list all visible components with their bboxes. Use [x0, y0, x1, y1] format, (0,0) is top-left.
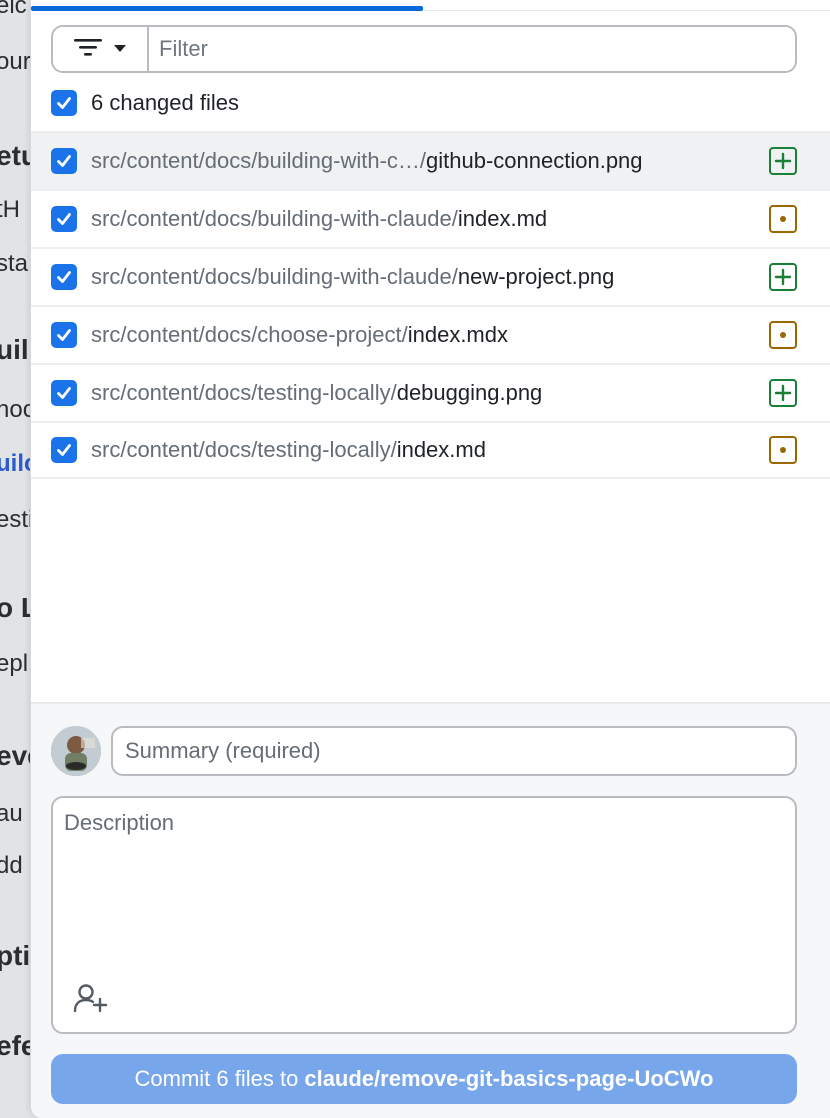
file-path: src/content/docs/building-with-claude/ne… — [91, 264, 769, 290]
caret-down-icon — [113, 40, 127, 58]
checkmark-icon — [57, 97, 71, 109]
file-row[interactable]: src/content/docs/building-with-c…/github… — [31, 131, 830, 189]
summary-input[interactable] — [111, 726, 797, 776]
filter-options-button[interactable] — [53, 27, 149, 71]
file-name: debugging.png — [396, 380, 543, 405]
checkmark-icon — [57, 271, 71, 283]
background-text-fragment: elc — [0, 0, 27, 19]
file-directory: src/content/docs/choose-project/ — [91, 322, 408, 347]
file-checkbox[interactable] — [51, 322, 77, 348]
changes-panel: 6 changed files src/content/docs/buildin… — [30, 0, 830, 1118]
checkmark-icon — [57, 329, 71, 341]
file-row[interactable]: src/content/docs/building-with-claude/ne… — [31, 247, 830, 305]
avatar — [51, 726, 101, 776]
file-path: src/content/docs/testing-locally/index.m… — [91, 437, 769, 463]
filter-lines-icon — [73, 36, 103, 63]
file-directory: src/content/docs/building-with-c…/ — [91, 148, 427, 173]
file-directory: src/content/docs/building-with-claude/ — [91, 264, 458, 289]
file-checkbox[interactable] — [51, 437, 77, 463]
tab-active-indicator — [31, 6, 423, 11]
file-checkbox[interactable] — [51, 148, 77, 174]
changed-file-list: src/content/docs/building-with-c…/github… — [31, 131, 830, 479]
file-added-icon — [769, 147, 797, 175]
filter-bar — [51, 25, 797, 73]
file-row[interactable]: src/content/docs/building-with-claude/in… — [31, 189, 830, 247]
background-text-fragment: au — [0, 800, 23, 827]
select-all-checkbox[interactable] — [51, 90, 77, 116]
checkmark-icon — [57, 155, 71, 167]
background-text-fragment: esti — [0, 506, 34, 533]
tab-strip — [31, 0, 830, 12]
file-name: index.md — [457, 206, 548, 231]
file-path: src/content/docs/testing-locally/debuggi… — [91, 380, 769, 406]
file-name: index.mdx — [407, 322, 508, 347]
commit-button-prefix: Commit 6 files to — [134, 1066, 299, 1091]
commit-button[interactable]: Commit 6 files to claude/remove-git-basi… — [51, 1054, 797, 1104]
checkmark-icon — [57, 444, 71, 456]
background-text-fragment: dd — [0, 852, 23, 879]
filter-input[interactable] — [149, 27, 795, 71]
file-name: new-project.png — [457, 264, 615, 289]
file-path: src/content/docs/building-with-c…/github… — [91, 148, 769, 174]
file-modified-icon — [769, 321, 797, 349]
background-text-fragment: tH — [0, 196, 20, 223]
changes-header: 6 changed files — [51, 88, 239, 118]
file-checkbox[interactable] — [51, 380, 77, 406]
changed-files-count: 6 changed files — [91, 90, 239, 115]
description-box — [51, 796, 797, 1034]
file-directory: src/content/docs/building-with-claude/ — [91, 206, 458, 231]
background-text-fragment: uil — [0, 334, 29, 365]
tab-divider — [423, 10, 830, 11]
file-path: src/content/docs/building-with-claude/in… — [91, 206, 769, 232]
background-text-fragment: sta — [0, 250, 29, 277]
file-row[interactable]: src/content/docs/testing-locally/debuggi… — [31, 363, 830, 421]
checkmark-icon — [57, 213, 71, 225]
checkmark-icon — [57, 387, 71, 399]
file-name: github-connection.png — [426, 148, 643, 173]
file-name: index.md — [396, 437, 486, 462]
file-directory: src/content/docs/testing-locally/ — [91, 437, 397, 462]
background-text-fragment: pti — [0, 940, 31, 971]
file-directory: src/content/docs/testing-locally/ — [91, 380, 397, 405]
file-row[interactable]: src/content/docs/testing-locally/index.m… — [31, 421, 830, 479]
file-added-icon — [769, 379, 797, 407]
description-input[interactable] — [53, 798, 795, 968]
file-row[interactable]: src/content/docs/choose-project/index.md… — [31, 305, 830, 363]
file-modified-icon — [769, 436, 797, 464]
file-added-icon — [769, 263, 797, 291]
background-text-fragment: epl — [0, 650, 29, 677]
commit-branch-name: claude/remove-git-basics-page-UoCWo — [304, 1066, 714, 1091]
add-coauthor-button[interactable] — [71, 980, 111, 1016]
commit-form: Commit 6 files to claude/remove-git-basi… — [31, 702, 830, 1118]
file-checkbox[interactable] — [51, 264, 77, 290]
file-checkbox[interactable] — [51, 206, 77, 232]
file-modified-icon — [769, 205, 797, 233]
file-path: src/content/docs/choose-project/index.md… — [91, 322, 769, 348]
add-coauthor-icon — [73, 984, 108, 1013]
background-text-fragment: our — [0, 48, 31, 75]
